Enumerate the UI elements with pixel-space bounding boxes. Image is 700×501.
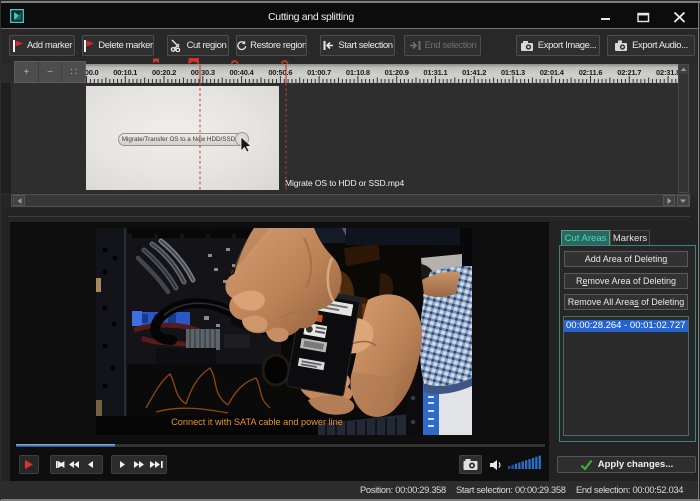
- svg-text:Connect it with SATA cable and: Connect it with SATA cable and power lin…: [171, 417, 343, 427]
